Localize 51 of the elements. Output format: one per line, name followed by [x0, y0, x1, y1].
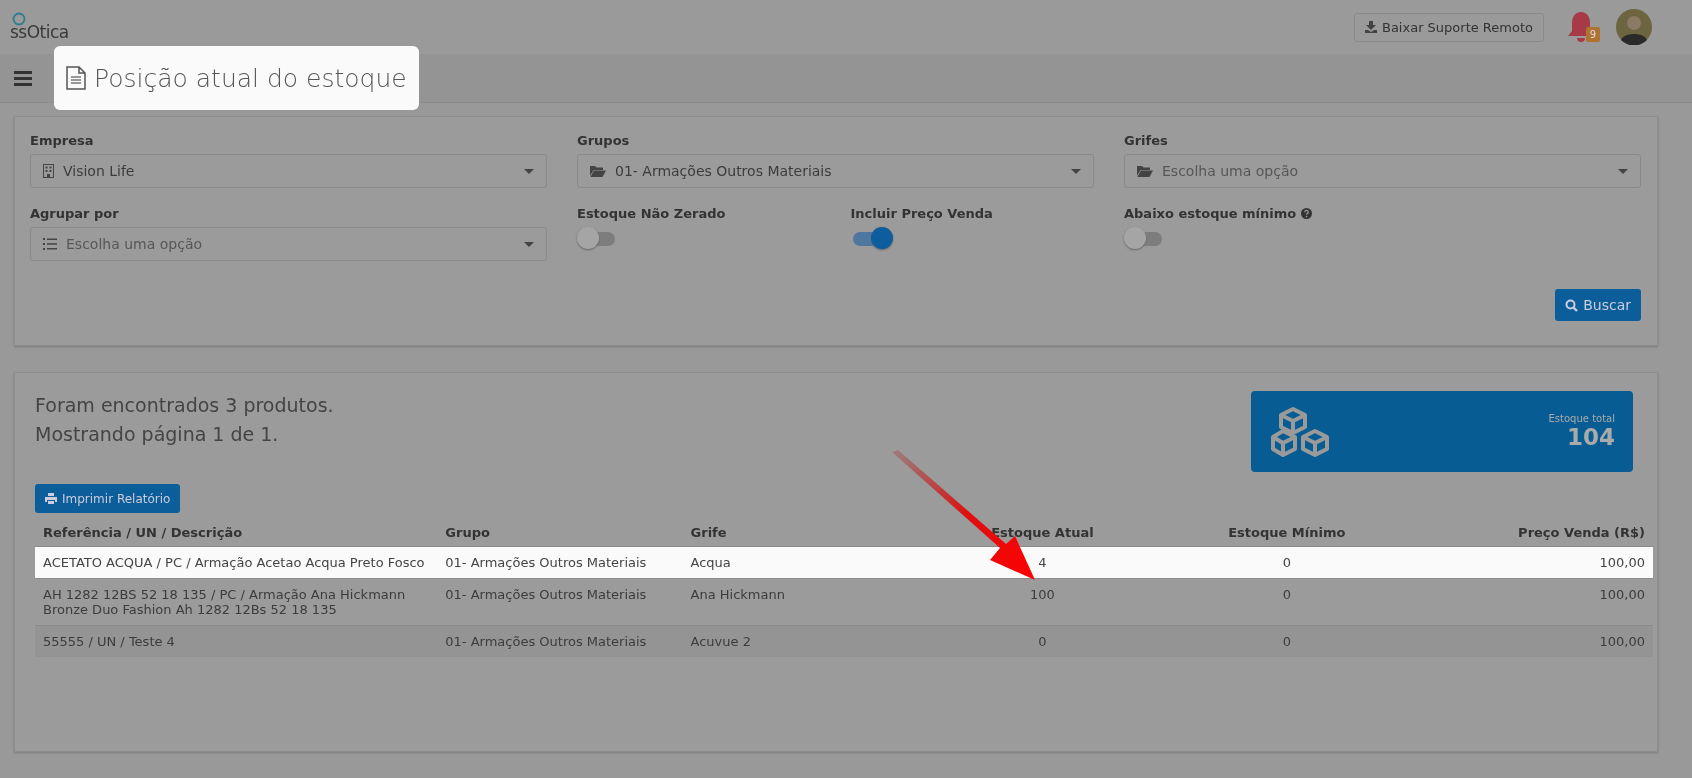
table-cell: 0 — [1155, 625, 1419, 657]
stat-label: Estoque total — [1548, 413, 1615, 424]
caret-icon — [524, 241, 534, 247]
folder-icon — [590, 165, 606, 177]
table-cell: Acuvue 2 — [682, 625, 930, 657]
column-header: Referência / UN / Descrição — [35, 521, 438, 547]
column-header: Preço Venda (R$) — [1418, 521, 1653, 547]
table-cell: 01- Armações Outros Materiais — [437, 625, 683, 657]
caret-icon — [1618, 168, 1628, 174]
column-header: Grupo — [437, 521, 683, 547]
select-field[interactable]: Escolha uma opção — [1124, 154, 1641, 188]
table-cell: 0 — [1155, 546, 1419, 579]
notification-badge: 9 — [1585, 27, 1600, 42]
logo[interactable]: ssOtica — [10, 12, 69, 42]
results-summary: Mostrando página 1 de 1. — [35, 422, 280, 447]
field-label: Incluir Preço Venda — [850, 206, 993, 221]
column-header: Estoque Mínimo — [1155, 521, 1419, 547]
search-icon — [1565, 298, 1579, 312]
printer-icon — [45, 493, 57, 504]
list-icon — [43, 238, 57, 250]
select-field[interactable]: Escolha uma opção — [30, 227, 547, 261]
building-icon — [43, 164, 54, 178]
table-cell: Acqua — [682, 546, 930, 579]
document-icon — [66, 66, 86, 90]
table-cell: ACETATO ACQUA / PC / Armação Acetao Acqua Preto Fosco — [35, 546, 438, 579]
select-field[interactable]: 01- Armações Outros Materiais — [577, 154, 1094, 188]
print-report-button[interactable]: Imprimir Relatório — [35, 484, 181, 513]
field-label: Empresa — [30, 133, 95, 148]
table-cell: 01- Armações Outros Materiais — [437, 546, 683, 579]
search-button[interactable]: Buscar — [1555, 289, 1641, 321]
field-label: Abaixo estoque mínimo — [1124, 206, 1297, 221]
results-summary: Foram encontrados 3 produtos. — [35, 393, 334, 418]
field-label: Grifes — [1124, 133, 1169, 148]
support-button[interactable]: Baixar Suporte Remoto — [1353, 12, 1544, 42]
field-label: Agrupar por — [30, 206, 120, 221]
table-cell: 100,00 — [1418, 625, 1653, 657]
menu-icon[interactable] — [14, 70, 32, 86]
field-label: Estoque Não Zerado — [577, 206, 726, 221]
caret-icon — [1071, 168, 1081, 174]
select-field[interactable]: Vision Life — [30, 154, 547, 188]
stat-value: 104 — [1567, 424, 1615, 450]
table-cell: 100,00 — [1418, 546, 1653, 579]
page-title-text: Posição atual do estoque — [94, 63, 407, 93]
table-cell: 0 — [929, 625, 1156, 657]
caret-icon — [524, 168, 534, 174]
folder-icon — [1137, 165, 1153, 177]
download-icon — [1364, 21, 1377, 33]
field-label: Grupos — [577, 133, 631, 148]
column-header: Grife — [682, 521, 930, 547]
table-cell: 55555 / UN / Teste 4 — [35, 625, 438, 657]
avatar[interactable] — [1616, 9, 1652, 45]
